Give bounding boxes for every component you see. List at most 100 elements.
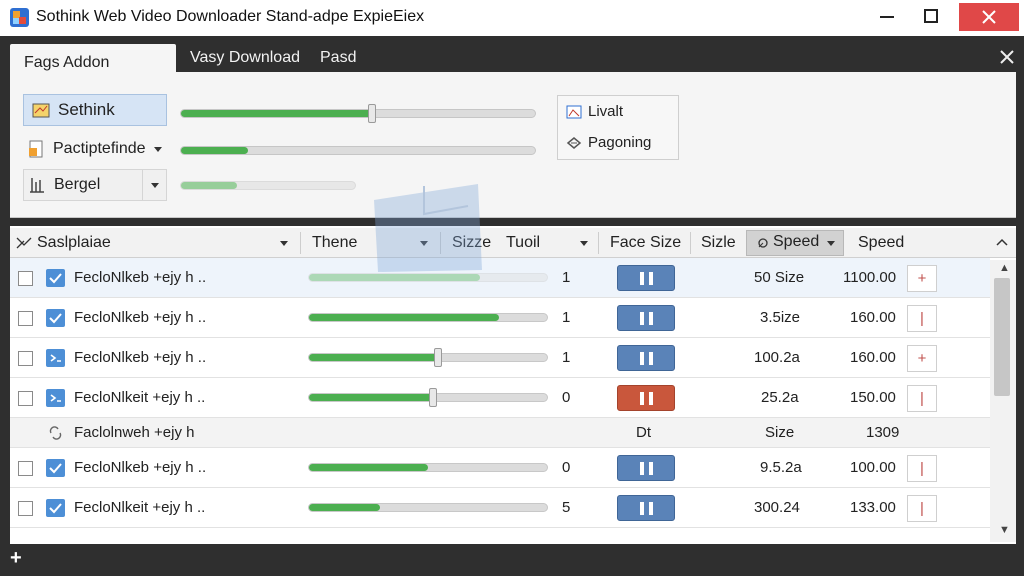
row-count: 1	[562, 349, 571, 366]
row-speed: 160.00	[850, 349, 896, 366]
minimize-icon	[880, 16, 894, 18]
pause-button[interactable]	[617, 455, 675, 481]
video-file-icon	[46, 349, 65, 367]
group-row[interactable]: Faclolnweh +ejy h Dt Size 1309	[10, 418, 990, 448]
group-col-value: 1309	[866, 424, 900, 441]
row-action-label: |	[920, 310, 924, 327]
row-file-name: FecloNlkeb +ejy h ..	[74, 269, 207, 286]
row-progress-thumb[interactable]	[429, 388, 437, 407]
addon-panel: Sethink Pactiptefinde Bergel Livalt Pago…	[10, 72, 1016, 218]
table-header: Saslplaiae Thene Sizze Tuoil Face Size S…	[10, 228, 1016, 258]
minimize-button[interactable]	[864, 0, 910, 34]
row-file-name: FecloNlkeb +ejy h ..	[74, 349, 207, 366]
table-row[interactable]: FecloNlkeit +ejy h .. 5 300.24 133.00 |	[10, 488, 990, 528]
group-col-dt: Dt	[636, 424, 651, 441]
column-menu-chevron-icon[interactable]	[280, 241, 288, 246]
slider-two[interactable]	[180, 146, 536, 155]
app-logo-icon	[10, 8, 29, 27]
side-item-pagoning[interactable]: Pagoning	[566, 134, 651, 151]
pause-icon	[640, 352, 644, 365]
column-header-face-size[interactable]: Face Size	[610, 228, 681, 258]
column-header-theme[interactable]: Thene	[312, 228, 357, 258]
row-size: 300.24	[754, 499, 800, 516]
slider-one-fill	[181, 110, 372, 117]
pause-button[interactable]	[617, 495, 675, 521]
row-checkbox[interactable]	[18, 271, 33, 286]
scrollbar-thumb[interactable]	[994, 278, 1010, 396]
pause-button[interactable]	[617, 305, 675, 331]
row-action-button[interactable]: +	[907, 265, 937, 292]
table-row[interactable]: FecloNlkeb +ejy h .. 1 50 Size 1100.00 +	[10, 258, 990, 298]
bottom-bar: +	[0, 544, 1024, 576]
row-progress-fill	[309, 274, 480, 281]
chevron-down-icon	[827, 241, 835, 246]
row-file-name: FecloNlkeb +ejy h ..	[74, 459, 207, 476]
row-progress-bar	[308, 503, 548, 512]
close-icon	[982, 10, 996, 24]
column-menu-chevron-icon[interactable]	[420, 241, 428, 246]
table-row[interactable]: FecloNlkeb +ejy h .. 0 9.5.2a 100.00 |	[10, 448, 990, 488]
row-progress-bar[interactable]	[308, 388, 548, 407]
column-menu-chevron-icon[interactable]	[580, 241, 588, 246]
slider-one[interactable]	[180, 104, 536, 123]
add-download-button[interactable]: +	[10, 548, 30, 568]
table-row[interactable]: FecloNlkeb +ejy h .. 1 3.5ize 160.00 |	[10, 298, 990, 338]
column-header-speed[interactable]: Speed	[858, 228, 904, 258]
slider-one-thumb[interactable]	[368, 104, 376, 123]
row-checkbox[interactable]	[18, 391, 33, 406]
row-action-button[interactable]: |	[907, 495, 937, 522]
row-action-label: +	[917, 350, 927, 367]
column-header-size2[interactable]: Sizle	[701, 228, 736, 258]
bergel-dropdown-toggle[interactable]	[142, 170, 166, 200]
folder-icon	[32, 103, 50, 118]
video-file-icon	[46, 309, 65, 327]
row-checkbox[interactable]	[18, 351, 33, 366]
row-speed: 160.00	[850, 309, 896, 326]
side-options-box: Livalt Pagoning	[557, 95, 679, 160]
column-separator	[598, 232, 599, 254]
row-checkbox[interactable]	[18, 311, 33, 326]
slider-three[interactable]	[180, 181, 356, 190]
row-checkbox[interactable]	[18, 501, 33, 516]
maximize-icon	[924, 9, 938, 23]
table-row[interactable]: FecloNlkeb +ejy h .. 1 100.2a 160.00 +	[10, 338, 990, 378]
row-action-button[interactable]: +	[907, 345, 937, 372]
group-link-icon	[49, 426, 62, 440]
side-item-livalt[interactable]: Livalt	[566, 103, 623, 120]
video-file-icon	[46, 389, 65, 407]
pause-button-error[interactable]	[617, 385, 675, 411]
side-item-pagoning-label: Pagoning	[588, 134, 652, 151]
option-bergel-dropdown[interactable]: Bergel	[23, 169, 167, 201]
scroll-up-icon[interactable]: ▲	[999, 262, 1010, 274]
document-icon	[29, 140, 43, 158]
side-item-livalt-label: Livalt	[588, 103, 624, 120]
scroll-down-icon[interactable]: ▼	[999, 524, 1010, 536]
row-speed: 100.00	[850, 459, 896, 476]
row-action-button[interactable]: |	[907, 305, 937, 332]
chevron-up-icon[interactable]	[994, 234, 1010, 250]
option-sethink-button[interactable]: Sethink	[23, 94, 167, 126]
maximize-button[interactable]	[908, 0, 954, 34]
row-progress-fill	[309, 464, 428, 471]
row-action-button[interactable]: |	[907, 455, 937, 482]
column-header-size[interactable]: Sizze	[452, 228, 491, 258]
table-row[interactable]: FecloNlkeit +ejy h .. 0 25.2a 150.00 |	[10, 378, 990, 418]
row-action-button[interactable]: |	[907, 385, 937, 412]
column-header-name[interactable]: Saslplaiae	[37, 228, 111, 258]
option-pactiptefinde-dropdown[interactable]: Pactiptefinde	[23, 133, 167, 165]
row-progress-bar[interactable]	[308, 348, 548, 367]
collapse-icon[interactable]	[16, 236, 32, 250]
option-sethink-label: Sethink	[58, 100, 115, 119]
pause-button[interactable]	[617, 265, 675, 291]
row-checkbox[interactable]	[18, 461, 33, 476]
group-col-size: Size	[765, 424, 795, 441]
vertical-scrollbar[interactable]: ▲ ▼	[990, 260, 1016, 542]
column-header-speed-sorted[interactable]: Speed	[746, 230, 844, 256]
pause-button[interactable]	[617, 345, 675, 371]
column-header-tool[interactable]: Tuoil	[506, 228, 540, 258]
close-tab-icon[interactable]	[996, 46, 1018, 68]
row-action-label: |	[920, 390, 924, 407]
row-progress-thumb[interactable]	[434, 348, 442, 367]
close-button[interactable]	[959, 3, 1019, 31]
option-pactiptefinde-label: Pactiptefinde	[53, 140, 146, 157]
